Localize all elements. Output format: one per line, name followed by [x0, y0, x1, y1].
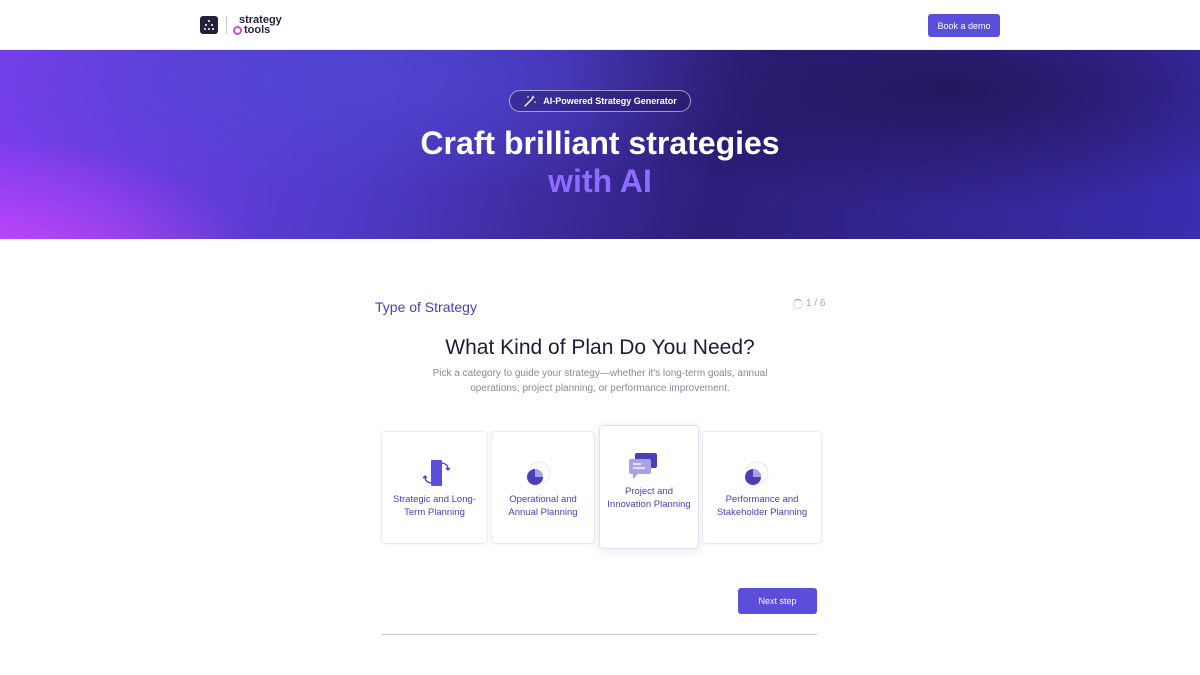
top-navbar: strategy tools Book a demo	[0, 0, 1200, 50]
option-card-performance[interactable]: Performance and Stakeholder Planning	[702, 431, 822, 544]
option-card-label: Strategic and Long-Term Planning	[393, 494, 476, 518]
step-counter-text: 1 / 6	[806, 298, 826, 309]
divider-line	[382, 634, 817, 635]
brand-mark-icon	[200, 16, 218, 34]
long-term-planning-icon	[422, 460, 451, 486]
step-label: Type of Strategy	[375, 299, 477, 315]
hero-title: Craft brilliant strategies	[420, 125, 780, 161]
gear-icon	[233, 25, 242, 35]
chat-bubbles-icon	[629, 453, 657, 479]
question-description: Pick a category to guide your strategy—w…	[432, 368, 768, 394]
book-demo-button[interactable]: Book a demo	[928, 14, 1000, 37]
brand-wordmark: strategy tools	[233, 15, 282, 36]
step-counter: 1 / 6	[793, 298, 825, 309]
hero-banner: AI-Powered Strategy Generator Craft bril…	[0, 50, 1200, 239]
option-card-strategic[interactable]: Strategic and Long-Term Planning	[381, 431, 488, 544]
progress-spinner-icon	[793, 298, 803, 309]
question-title: What Kind of Plan Do You Need?	[445, 336, 755, 359]
logo-divider	[226, 16, 227, 34]
brand-wordmark-line2: tools	[244, 24, 271, 36]
magic-wand-icon	[524, 95, 537, 107]
next-step-button[interactable]: Next step	[738, 588, 817, 614]
option-card-label: Operational and Annual Planning	[508, 494, 578, 518]
hero-badge: AI-Powered Strategy Generator	[509, 90, 691, 112]
option-card-operational[interactable]: Operational and Annual Planning	[491, 431, 595, 544]
brand-logo[interactable]: strategy tools	[200, 14, 282, 36]
option-card-label: Project and Innovation Planning	[607, 486, 691, 510]
pie-circle-icon	[745, 461, 769, 485]
option-card-project[interactable]: Project and Innovation Planning	[599, 425, 699, 549]
hero-badge-label: AI-Powered Strategy Generator	[543, 96, 677, 106]
pie-circle-icon	[527, 461, 551, 485]
hero-subtitle: with AI	[548, 163, 652, 199]
option-card-label: Performance and Stakeholder Planning	[716, 494, 808, 518]
